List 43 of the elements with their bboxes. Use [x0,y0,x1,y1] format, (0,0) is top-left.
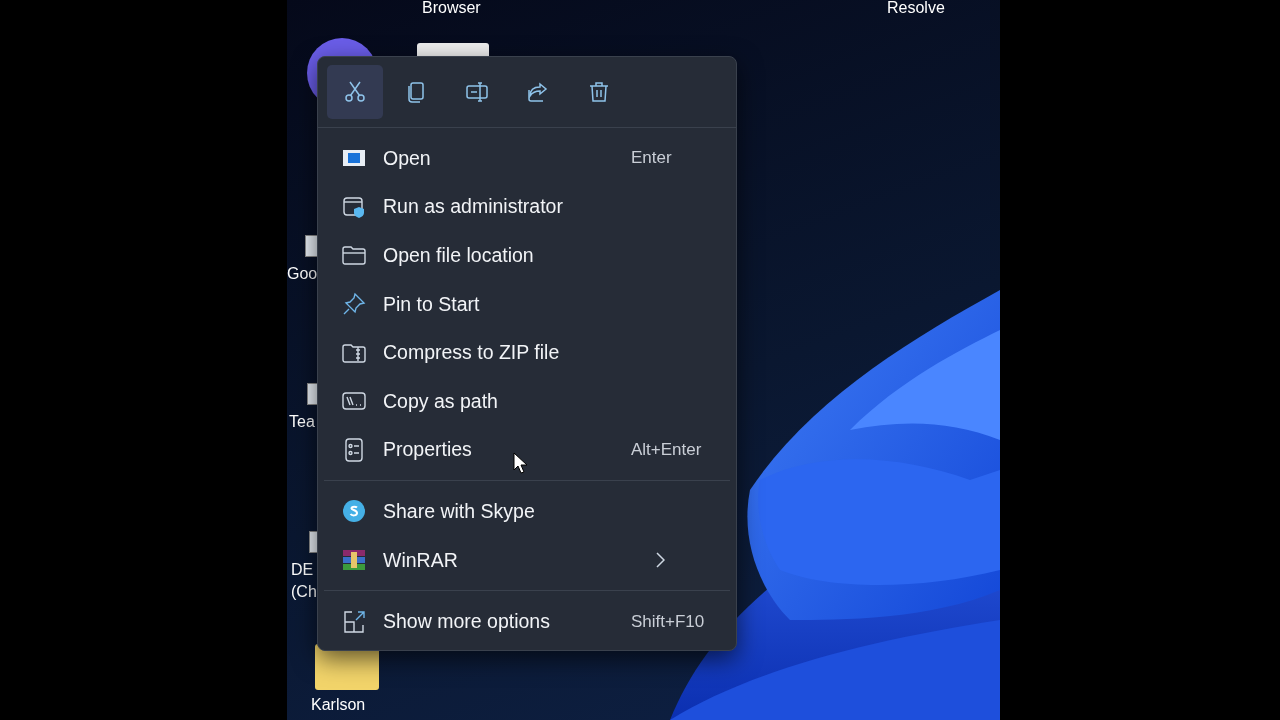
mouse-pointer-icon [513,452,527,474]
desktop-icon-label[interactable]: Karlson [311,694,366,716]
menu-item[interactable]: Share with Skype [318,487,736,536]
menu-item[interactable]: Run as administrator [318,182,736,232]
menu-item-label: Open file location [383,244,535,267]
cut-icon [343,80,367,104]
menu-item[interactable]: Open file location [318,231,736,280]
menu-item[interactable]: Show more options Shift+F10 [318,597,736,646]
menu-item[interactable]: WinRAR [318,535,736,585]
desktop-icon-label[interactable]: DE [291,559,314,581]
winrar-icon [342,548,366,573]
menu-item[interactable]: Copy as path [318,376,736,426]
desktop-icon-label[interactable]: Resolve [887,0,945,19]
menu-item-label: Pin to Start [383,292,481,316]
properties-icon [342,437,366,462]
shield-window-icon [342,194,366,219]
menu-item[interactable]: Properties Alt+Enter [318,425,736,475]
desktop-icon-label[interactable]: (Ch [291,581,317,603]
cut-button[interactable] [327,65,383,119]
menu-item-label: Copy as path [383,389,499,413]
menu-item-label: WinRAR [383,548,459,572]
shortcut-text: Shift+F10 [631,611,705,632]
menu-item-label: Share with Skype [383,499,536,523]
menu-item[interactable]: Open Enter [318,134,736,183]
menu-item-label: Open [383,146,432,170]
folder-icon [342,243,366,268]
menu-item-label: Properties [383,438,473,462]
menu-item-label: Show more options [383,610,551,634]
shortcut-text: Enter [631,148,672,169]
menu-item[interactable]: Pin to Start [318,279,736,329]
expand-icon [342,609,366,634]
desktop-icon-label[interactable]: Tea [289,411,315,433]
share-icon [526,80,550,104]
menu-item[interactable]: Compress to ZIP file [318,328,736,377]
menu-item-label: Compress to ZIP file [383,341,561,365]
rename-icon [465,80,489,104]
pin-icon [342,292,366,317]
shortcut-text: Alt+Enter [631,439,702,460]
trash-icon [587,80,611,104]
desktop-icon-label[interactable]: Browser [422,0,481,19]
desktop-icon-label[interactable]: Goo [287,263,318,285]
skype-icon [342,499,366,524]
menu-item-label: Run as administrator [383,195,564,219]
